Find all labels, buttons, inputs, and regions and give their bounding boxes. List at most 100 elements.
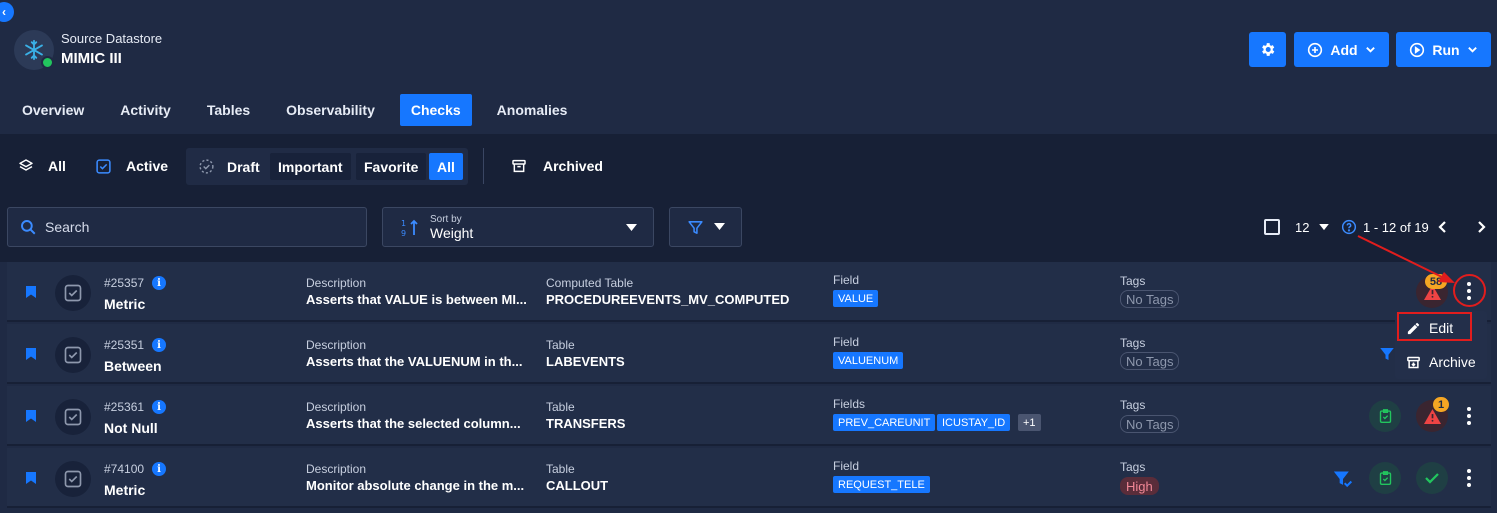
check-id: #74100 i [104, 462, 167, 476]
tab-overview[interactable]: Overview [11, 94, 95, 126]
check-id: #25357 i [104, 276, 167, 290]
search-icon [21, 220, 36, 235]
tab-bar: Overview Activity Tables Observability C… [0, 94, 592, 126]
filter-important[interactable]: Important [270, 153, 351, 180]
check-type: Between [104, 358, 162, 374]
filter-archived[interactable]: Archived [511, 148, 603, 184]
table-value: TRANSFERS [546, 416, 626, 431]
tags-label: Tags [1120, 460, 1146, 474]
checkbox-icon [96, 158, 111, 174]
check-type: Metric [104, 482, 146, 498]
filter-draft[interactable]: Draft [190, 153, 268, 180]
dashed-circle-icon [199, 159, 214, 174]
check-type: Metric [104, 296, 146, 312]
more-fields-pill[interactable]: +1 [1018, 414, 1041, 431]
validate-button[interactable] [1369, 400, 1401, 432]
tab-anomalies[interactable]: Anomalies [486, 94, 579, 126]
tag-pill: No Tags [1120, 352, 1180, 370]
field-label: Field [833, 335, 860, 349]
tag-pill: High [1120, 477, 1159, 495]
validate-button[interactable] [1369, 462, 1401, 494]
sort-caption: Sort by [430, 214, 462, 225]
page-size-value: 12 [1295, 219, 1310, 235]
clipboard-check-icon [1379, 471, 1391, 485]
info-icon[interactable]: i [152, 338, 167, 352]
pagination-range: 1 - 12 of 19 [1363, 219, 1429, 235]
check-row[interactable]: #25351 i Between Description Asserts that… [7, 324, 1491, 384]
select-all-checkbox[interactable] [1264, 216, 1280, 238]
table-value: CALLOUT [546, 478, 609, 493]
run-button[interactable]: Run [1396, 32, 1491, 67]
tab-checks[interactable]: Checks [399, 94, 472, 126]
check-id: #25351 i [104, 338, 167, 352]
anomaly-count-badge: 58 [1425, 274, 1447, 289]
plus-circle-icon [1308, 42, 1323, 57]
clipboard-check-icon [1379, 409, 1391, 423]
info-icon[interactable]: i [152, 400, 167, 414]
filter-all[interactable]: All [18, 148, 66, 184]
sort-value: Weight [430, 225, 474, 241]
search-box[interactable] [7, 207, 367, 247]
status-chip-group: Draft Important Favorite All [186, 148, 468, 185]
description-value: Monitor absolute change in the m... [306, 478, 525, 493]
svg-text:1: 1 [401, 219, 406, 228]
tab-tables[interactable]: Tables [196, 94, 261, 126]
archive-icon [1407, 356, 1420, 368]
datastore-subtitle: Source Datastore [61, 31, 163, 46]
field-pill: VALUE [833, 290, 879, 307]
bookmark-icon [26, 286, 36, 298]
field-pill: ICUSTAY_ID [937, 414, 1011, 431]
info-icon[interactable]: i [152, 276, 167, 290]
more-options-button[interactable] [1459, 404, 1479, 428]
next-page-button[interactable] [1476, 216, 1486, 238]
check-row[interactable]: #25357 i Metric Description Asserts that … [7, 262, 1491, 322]
filter-all-chip[interactable]: All [429, 153, 463, 180]
field-pill: VALUENUM [833, 352, 904, 369]
sort-dropdown[interactable]: 19 Sort by Weight [382, 207, 654, 247]
caret-down-icon [713, 223, 725, 230]
tags-label: Tags [1120, 398, 1146, 412]
filter-active-label: Active [126, 158, 169, 174]
filter-active[interactable]: Active [95, 148, 168, 184]
description-label: Description [306, 462, 367, 476]
status-online-dot [41, 56, 54, 69]
check-type: Not Null [104, 420, 158, 436]
add-button[interactable]: Add [1294, 32, 1389, 67]
info-icon[interactable]: i [152, 462, 167, 476]
funnel-icon [1380, 348, 1394, 360]
add-label: Add [1330, 41, 1358, 58]
page-size-select[interactable]: 12 [1295, 216, 1330, 238]
menu-item-archive[interactable]: Archive [1395, 347, 1487, 377]
chevron-left-icon [1438, 221, 1446, 233]
search-input[interactable] [45, 219, 345, 235]
passed-status-button[interactable] [1416, 462, 1448, 494]
field-label: Field [833, 273, 860, 287]
field-label: Fields [833, 397, 866, 411]
check-icon [1425, 473, 1439, 484]
table-value: PROCEDUREEVENTS_MV_COMPUTED [546, 292, 790, 307]
tab-activity[interactable]: Activity [109, 94, 182, 126]
kebab-highlight-ring [1453, 274, 1486, 307]
edit-highlight-box [1397, 312, 1472, 341]
bookmark-icon [26, 410, 36, 422]
tab-observability[interactable]: Observability [275, 94, 386, 126]
check-type-icon [55, 461, 91, 497]
more-options-button[interactable] [1459, 466, 1479, 490]
collapse-back-button[interactable]: ‹ [0, 2, 14, 22]
filter-draft-label: Draft [227, 158, 260, 175]
prev-page-button[interactable] [1438, 216, 1448, 238]
tags-label: Tags [1120, 274, 1146, 288]
description-label: Description [306, 400, 367, 414]
play-circle-icon [1410, 42, 1425, 57]
settings-button[interactable] [1249, 32, 1286, 67]
filter-favorite[interactable]: Favorite [356, 153, 427, 180]
check-row[interactable]: #25361 i Not Null Description Asserts tha… [7, 386, 1491, 446]
datastore-name: MIMIC III [61, 50, 122, 67]
filter-button[interactable] [669, 207, 742, 247]
funnel-check-icon [1333, 471, 1353, 488]
check-row[interactable]: #74100 i Metric Description Monitor absol… [7, 448, 1491, 508]
bookmark-icon [26, 348, 36, 360]
chevron-down-icon [1365, 47, 1375, 53]
field-pill: REQUEST_TELE [833, 476, 930, 493]
tag-pill: No Tags [1120, 415, 1180, 433]
